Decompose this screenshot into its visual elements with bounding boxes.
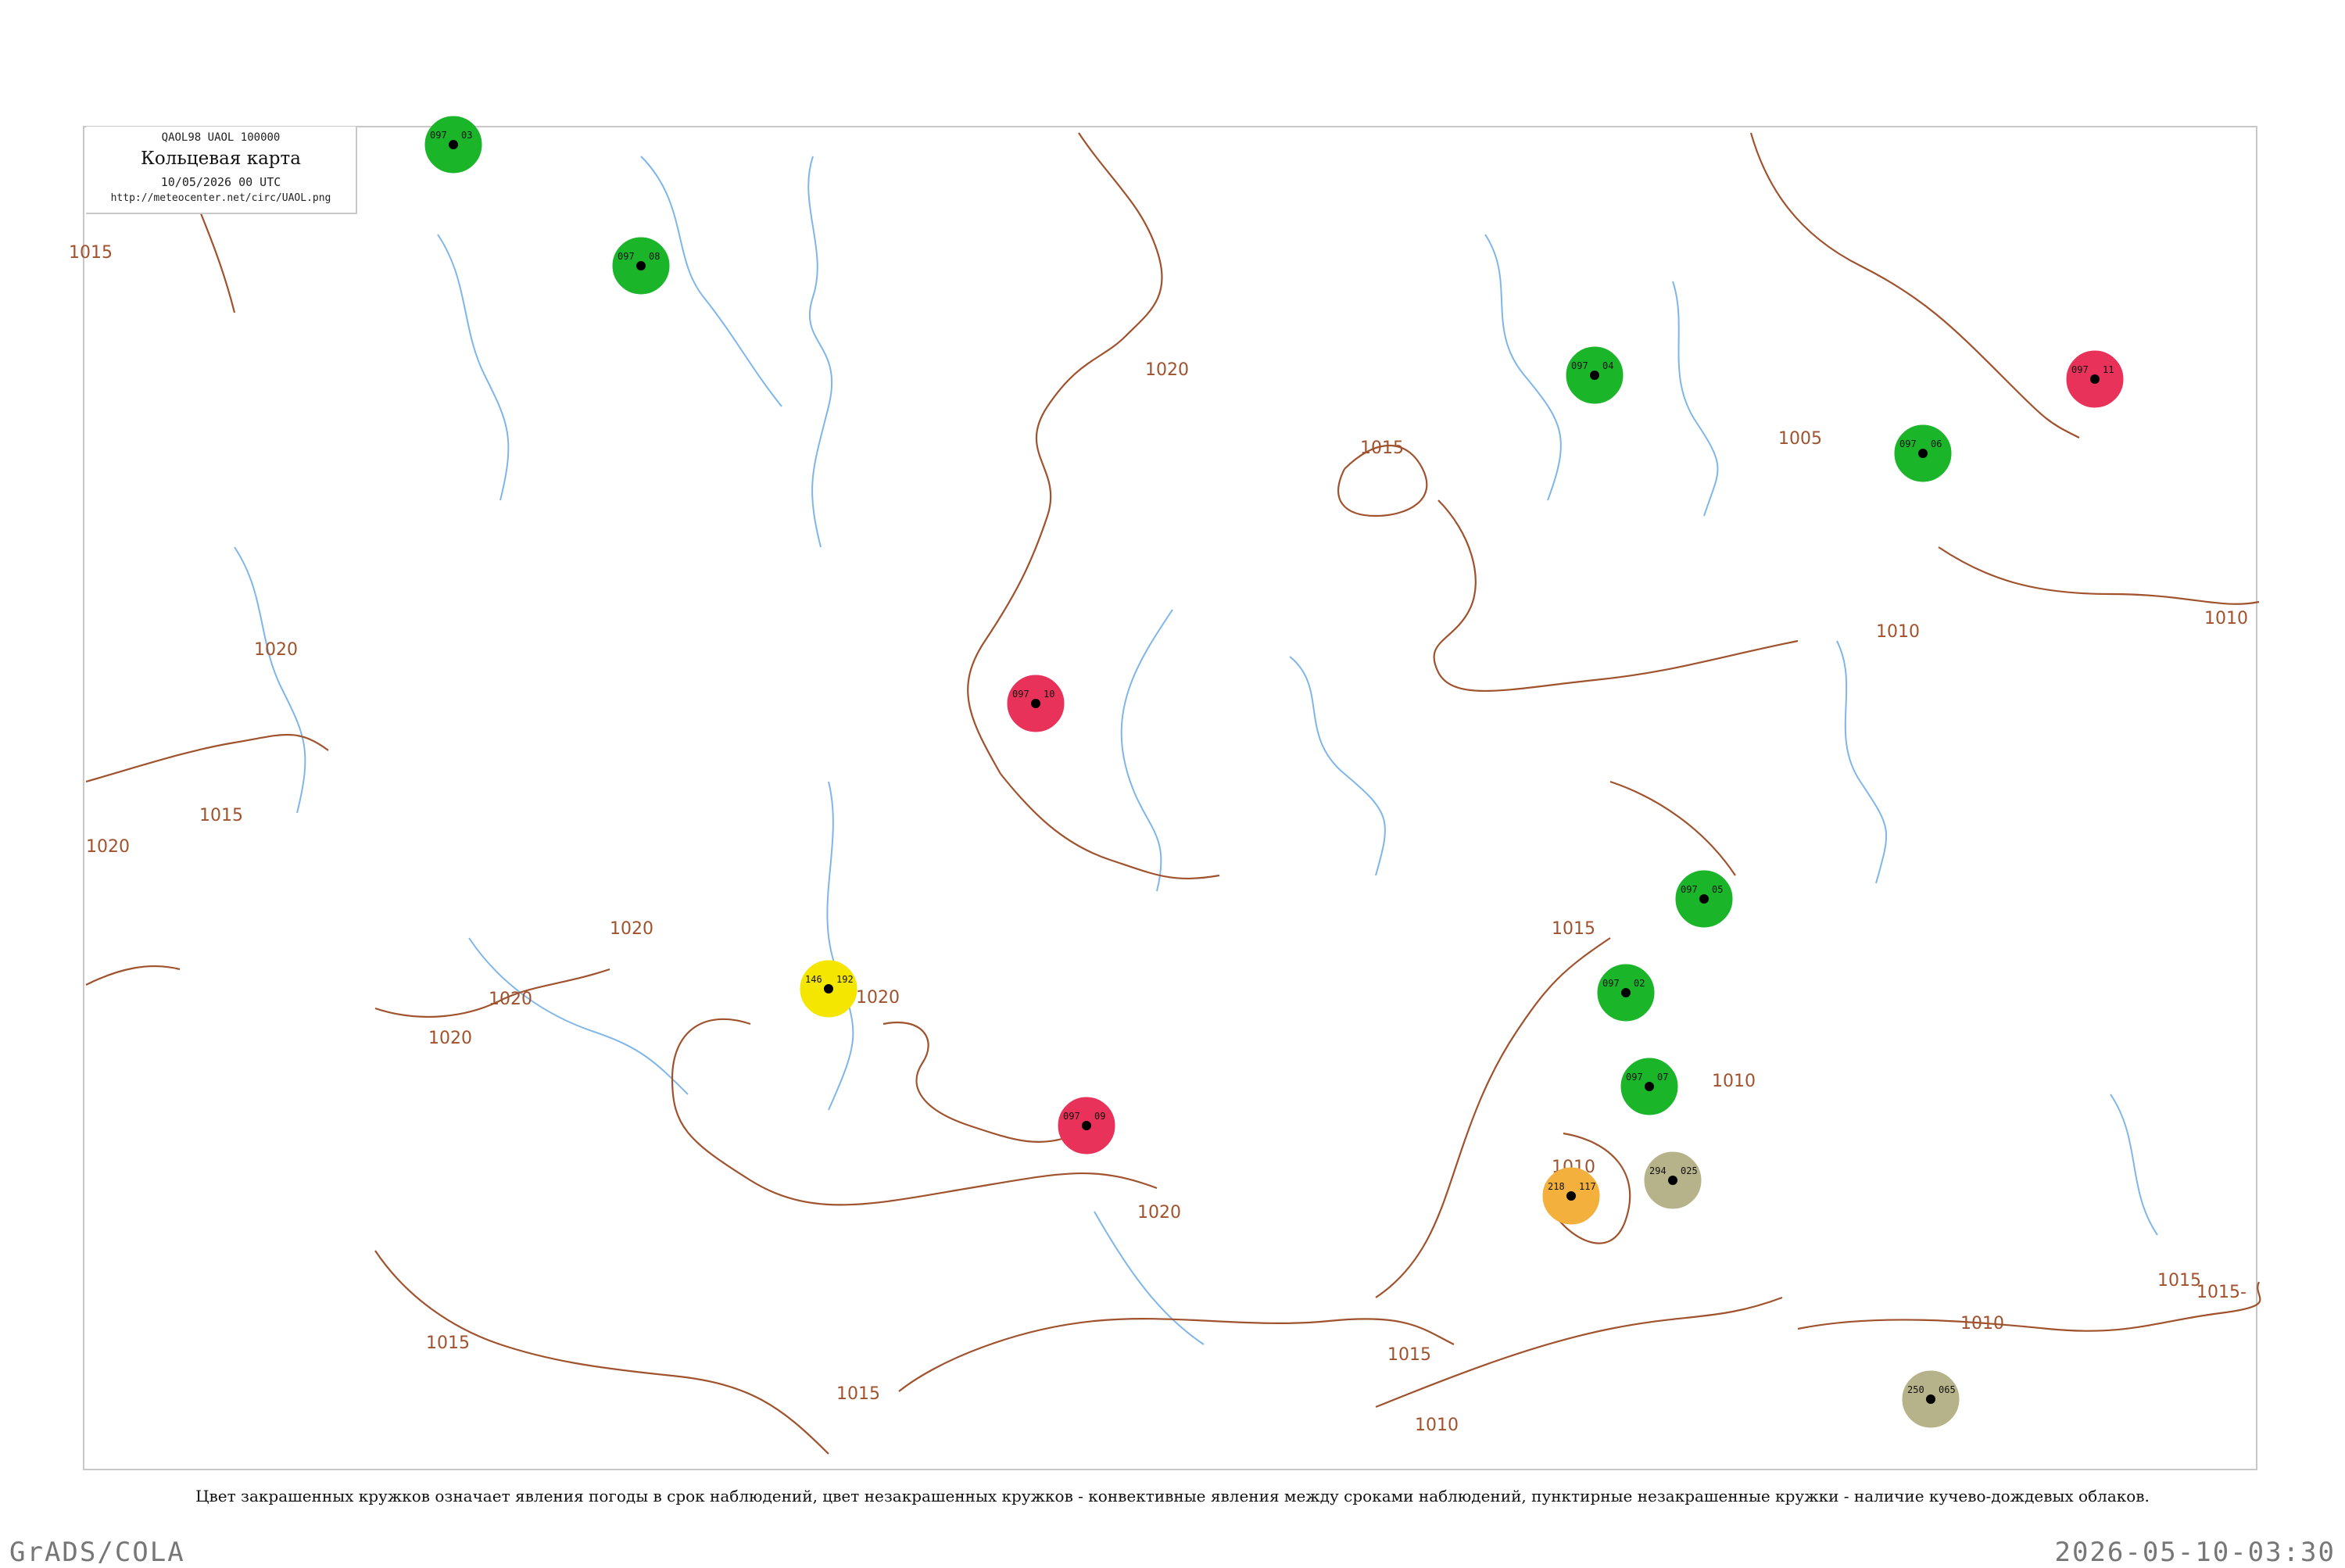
station-value: 08 [649,251,660,262]
station-dot-icon [1031,699,1040,708]
station-value: 07 [1657,1072,1668,1083]
isobar-label: 1010 [1415,1416,1459,1435]
isobar-label: 1015 [836,1384,880,1404]
station-pressure: 294 [1649,1165,1667,1176]
map-title: Кольцевая карта [141,149,301,169]
map-legend: QAOL98 UAOL 100000 Кольцевая карта 10/05… [86,127,357,214]
station-pressure: 097 [1063,1111,1080,1122]
isobar-label: 1010 [1876,622,1920,642]
footer-datetime: 2026-05-10-03:30 [2054,1537,2336,1568]
isobar-label: 1005 [1778,429,1822,449]
station-value: 04 [1602,360,1613,371]
isobar-label: 1020 [254,640,298,660]
station-dot-icon [1645,1082,1654,1091]
station-pressure: 097 [618,251,635,262]
isobar-label: 1010 [2204,609,2248,628]
station-value: 09 [1094,1111,1105,1122]
station-value: 06 [1931,439,1942,449]
isobar-label: 1010 [1712,1072,1756,1091]
station-pressure: 097 [430,130,447,141]
observation-time: 10/05/2026 00 UTC [160,175,281,189]
station-markers: 097 03 097 08 097 04 097 06 097 05 097 02 097 07 097 10… [424,116,2124,1428]
isobar-label: 1010 [1960,1314,2004,1334]
station-pressure: 097 [2071,364,2089,375]
station-dot-icon [1621,988,1631,997]
isobar-label: 1020 [86,837,130,857]
source-url: http://meteocenter.net/circ/UAOL.png [110,192,331,204]
map-caption: Цвет закрашенных кружков означает явлени… [195,1487,2150,1505]
station-value: 03 [461,130,472,141]
isobar-label: 1020 [428,1029,472,1048]
station-value: 065 [1939,1384,1956,1395]
map-frame [83,126,2257,1470]
isobar-label: 1015- [2196,1283,2247,1302]
isobar-label: 1015 [199,806,243,825]
isobar-label: 1020 [856,988,900,1008]
isobar-label: 1015 [1360,439,1404,458]
isobar-labels: 1015 1015 1015 1015 1015 1015 1015 1015 … [69,243,2248,1435]
station-pressure: 097 [1602,978,1620,989]
station-dot-icon [1699,894,1709,904]
station-dot-icon [1590,371,1599,380]
isobar-label: 1015 [69,243,113,263]
station-pressure: 146 [805,974,822,985]
station-value: 192 [836,974,854,985]
station-value: 10 [1044,689,1054,700]
station-dot-icon [449,140,458,149]
station-value: 05 [1712,884,1723,895]
station-dot-icon [2090,374,2100,384]
station-value: 117 [1579,1181,1596,1192]
station-value: 11 [2103,364,2114,375]
station-pressure: 097 [1626,1072,1643,1083]
station-value: 025 [1681,1165,1698,1176]
station-dot-icon [1082,1121,1091,1130]
station-dot-icon [636,261,646,270]
rivers [234,156,2158,1345]
station-dot-icon [824,984,833,993]
isobars [85,132,2261,1455]
station-value: 02 [1634,978,1645,989]
weather-map: 1015 1015 1015 1015 1015 1015 1015 1015 … [69,116,2261,1470]
station-pressure: 097 [1012,689,1029,700]
isobar-label: 1015 [1552,919,1595,939]
station-pressure: 097 [1899,439,1917,449]
isobar-label: 1020 [610,919,653,939]
isobar-label: 1020 [1145,360,1189,380]
isobar-label: 1015 [426,1334,470,1353]
isobar-label: 1015 [2157,1271,2201,1291]
isobar-label: 1015 [1387,1345,1431,1365]
station-dot-icon [1918,449,1928,458]
station-pressure: 097 [1571,360,1588,371]
station-dot-icon [1668,1176,1677,1185]
station-dot-icon [1926,1394,1935,1404]
isobar-label: 1020 [1137,1203,1181,1223]
station-pressure: 218 [1548,1181,1565,1192]
isobar-label: 1020 [489,990,532,1009]
bulletin-codes: QAOL98 UAOL 100000 [161,131,281,144]
station-pressure: 097 [1681,884,1698,895]
station-pressure: 250 [1907,1384,1924,1395]
station-dot-icon [1566,1191,1576,1201]
footer-software: GrADS/COLA [9,1537,185,1568]
